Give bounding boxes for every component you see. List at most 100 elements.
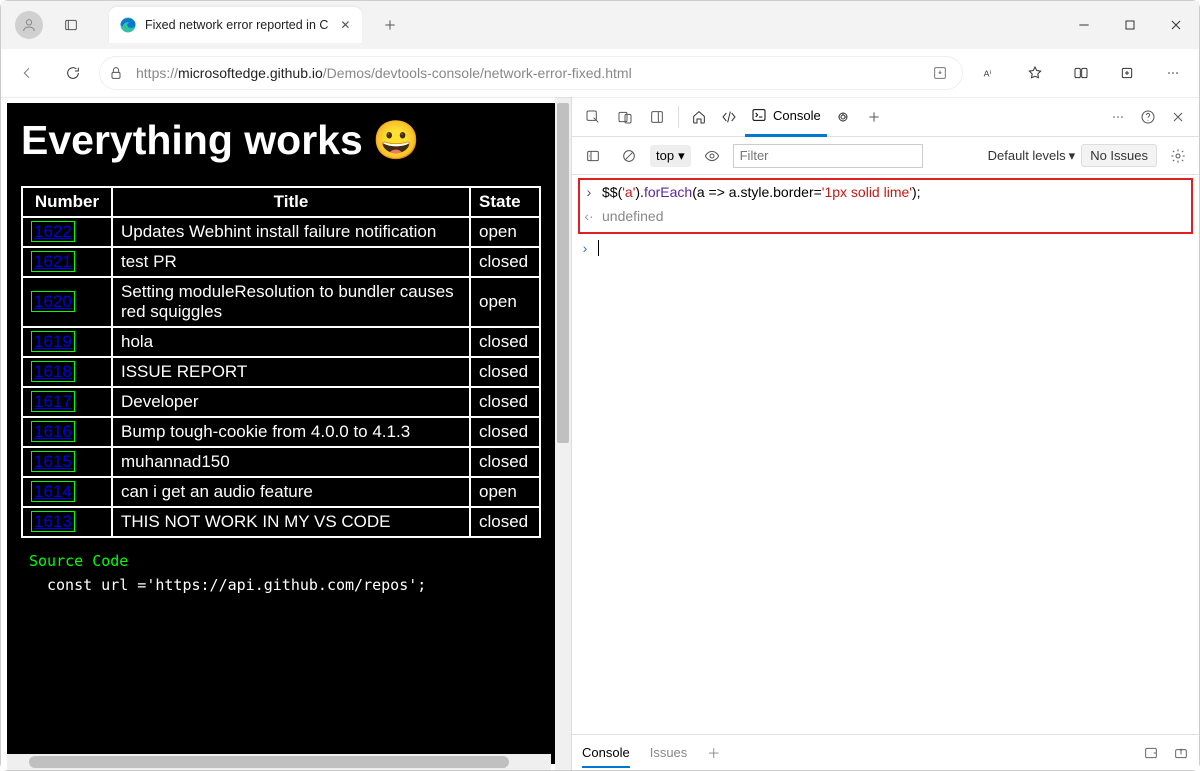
issue-state: closed [470,387,540,417]
minimize-button[interactable] [1061,1,1107,49]
issue-state: closed [470,507,540,537]
console-output[interactable]: › $$('a').forEach(a => a.style.border='1… [572,175,1199,734]
device-toolbar-button[interactable] [610,102,640,132]
vertical-scrollbar[interactable] [555,97,571,770]
devtools-tabbar: Console [572,97,1199,137]
tab-console[interactable]: Console [745,97,827,137]
issue-link[interactable]: 1615 [31,451,75,472]
console-output-line: ‹· undefined [582,204,1189,228]
devtools-close-button[interactable] [1163,102,1193,132]
col-title: Title [112,187,470,217]
svg-text:A⁾: A⁾ [984,68,992,78]
issues-table: Number Title State 1622Updates Webhint i… [21,186,541,538]
url-text: https://microsoftedge.github.io/Demos/de… [136,65,918,81]
table-row: 1615 muhannad150closed [22,447,540,477]
devtools-drawer: Console Issues ＋ [572,734,1199,770]
console-code: $$('a').forEach(a => a.style.border='1px… [602,180,921,204]
issue-state: closed [470,357,540,387]
issue-link[interactable]: 1613 [31,511,75,532]
context-selector[interactable]: top ▾ [650,145,691,167]
refresh-button[interactable] [53,53,93,93]
emoji-icon: 😀 [373,119,420,163]
issue-title: hola [112,327,470,357]
tab-elements[interactable] [715,97,743,137]
split-screen-button[interactable] [1061,53,1101,93]
console-filter-input[interactable] [733,144,923,168]
drawer-expand-icon[interactable] [1173,745,1189,761]
issue-title: Updates Webhint install failure notifica… [112,217,470,247]
titlebar: Fixed network error reported in C ✕ [1,1,1199,49]
issue-title: can i get an audio feature [112,477,470,507]
table-row: 1619holaclosed [22,327,540,357]
drawer-add-tab-button[interactable]: ＋ [707,743,720,762]
input-chevron-icon: › [582,180,596,204]
back-button[interactable] [7,53,47,93]
issue-state: open [470,477,540,507]
issue-link[interactable]: 1616 [31,421,75,442]
console-input-line: › $$('a').forEach(a => a.style.border='1… [582,180,1189,204]
table-row: 1614 can i get an audio featureopen [22,477,540,507]
console-sidebar-toggle[interactable] [578,141,608,171]
issue-title: THIS NOT WORK IN MY VS CODE [112,507,470,537]
drawer-tab-console[interactable]: Console [582,745,630,768]
console-settings-button[interactable] [1163,141,1193,171]
favorites-button[interactable] [1015,53,1055,93]
issue-link[interactable]: 1617 [31,391,75,412]
address-bar: https://microsoftedge.github.io/Demos/de… [1,49,1199,97]
collections-button[interactable] [1107,53,1147,93]
table-row: 1620 Setting moduleResolution to bundler … [22,277,540,327]
table-row: 1622 Updates Webhint install failure noti… [22,217,540,247]
tab-close-button[interactable]: ✕ [336,16,354,34]
tab-actions-button[interactable] [57,11,85,39]
devtools-help-button[interactable] [1133,102,1163,132]
issue-link[interactable]: 1621 [31,251,75,272]
table-row: 1617 Developerclosed [22,387,540,417]
drawer-errors-icon[interactable] [1143,745,1159,761]
clear-console-button[interactable] [614,141,644,171]
profile-button[interactable] [15,11,43,39]
issue-link[interactable]: 1619 [31,331,75,352]
table-row: 1621test PRclosed [22,247,540,277]
edge-icon [119,16,137,34]
source-code-line: const url ='https://api.github.com/repos… [47,576,555,594]
issues-badge[interactable]: No Issues [1081,144,1157,167]
console-toolbar: top ▾ Default levels ▾ No Issues [572,137,1199,175]
source-code-label: Source Code [29,552,555,570]
live-expression-button[interactable] [697,141,727,171]
issue-title: muhannad150 [112,447,470,477]
maximize-button[interactable] [1107,1,1153,49]
issue-link[interactable]: 1618 [31,361,75,382]
devtools-more-button[interactable] [1103,102,1133,132]
more-tabs-button[interactable] [859,102,889,132]
issue-state: open [470,217,540,247]
issue-state: closed [470,417,540,447]
issue-state: closed [470,447,540,477]
pwa-install-icon[interactable] [926,65,954,81]
drawer-tab-issues[interactable]: Issues [650,745,688,760]
issue-link[interactable]: 1614 [31,481,75,502]
tab-sources[interactable] [829,97,857,137]
browser-tab[interactable]: Fixed network error reported in C ✕ [109,7,362,43]
read-aloud-button[interactable]: A⁾ [969,53,1009,93]
issue-title: Developer [112,387,470,417]
devtools-panel: Console top ▾ Default levels ▾ No Issues [571,97,1199,770]
lock-icon [108,65,128,81]
console-result: undefined [602,204,664,228]
chevron-down-icon: ▾ [1069,148,1076,164]
log-levels-dropdown[interactable]: Default levels ▾ [988,148,1076,164]
issue-title: Setting moduleResolution to bundler caus… [112,277,470,327]
horizontal-scrollbar[interactable] [7,754,551,770]
tab-title: Fixed network error reported in C [145,18,328,32]
text-cursor [598,240,599,256]
console-prompt[interactable]: › [578,240,1193,256]
issue-link[interactable]: 1620 [31,291,75,312]
menu-button[interactable] [1153,53,1193,93]
issue-link[interactable]: 1622 [31,221,75,242]
tab-welcome[interactable] [685,97,713,137]
dock-side-button[interactable] [642,102,672,132]
url-input[interactable]: https://microsoftedge.github.io/Demos/de… [99,56,963,90]
close-window-button[interactable] [1153,1,1199,49]
new-tab-button[interactable] [376,11,404,39]
inspect-element-button[interactable] [578,102,608,132]
issue-state: closed [470,247,540,277]
